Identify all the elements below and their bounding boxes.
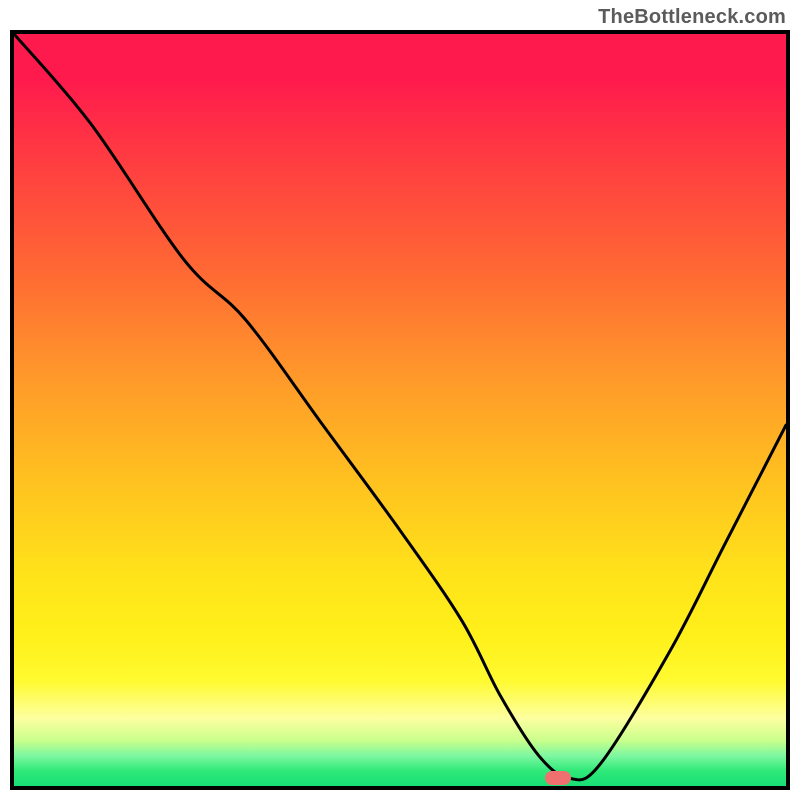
curve-path — [14, 34, 786, 780]
watermark-text: TheBottleneck.com — [598, 6, 786, 29]
bottleneck-curve — [14, 34, 786, 786]
chart-frame — [10, 30, 790, 790]
minimum-marker — [545, 771, 571, 785]
